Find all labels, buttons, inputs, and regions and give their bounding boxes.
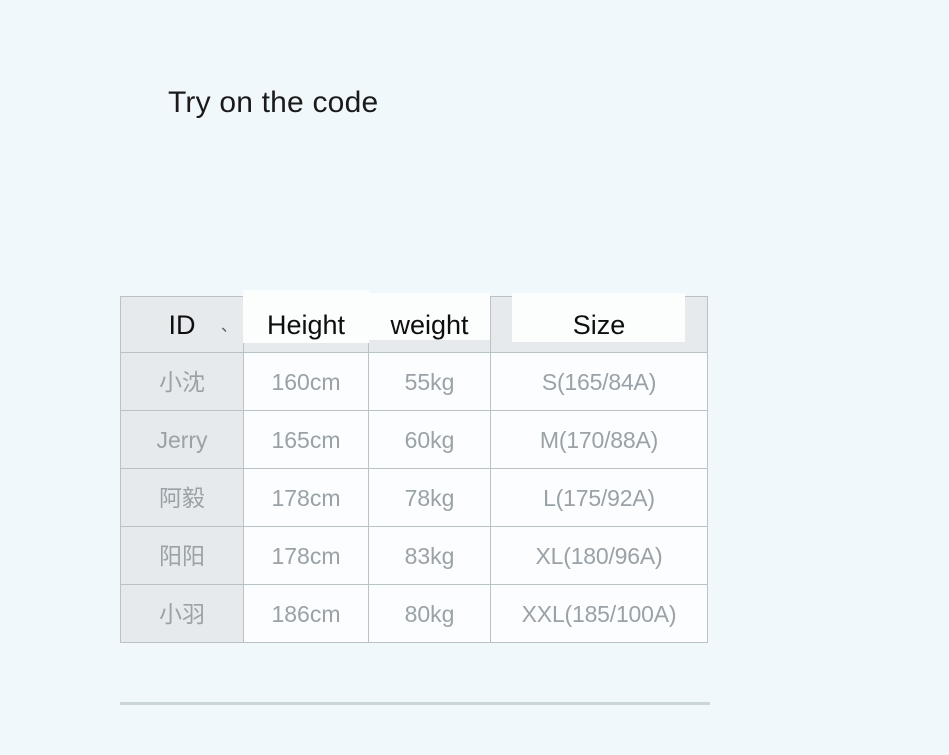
cell-weight: 60kg [368, 410, 491, 469]
cell-weight: 78kg [368, 468, 491, 527]
cell-id: Jerry [120, 410, 244, 469]
table-row: 阳阳 178cm 83kg XL(180/96A) [120, 526, 708, 585]
table-row: 阿毅 178cm 78kg L(175/92A) [120, 468, 708, 527]
column-header-size-label: Size [572, 309, 626, 340]
cell-height: 178cm [243, 468, 369, 527]
cell-height: 160cm [243, 352, 369, 411]
section-divider [120, 702, 710, 705]
cell-height: 186cm [243, 584, 369, 643]
cell-id: 阿毅 [120, 468, 244, 527]
cell-height: 165cm [243, 410, 369, 469]
table-row: 小羽 186cm 80kg XXL(185/100A) [120, 584, 708, 643]
cell-weight: 55kg [368, 352, 491, 411]
column-header-id: ID 、 [120, 296, 244, 353]
column-header-size: Size [490, 293, 708, 353]
column-header-id-label: ID [168, 309, 196, 340]
size-chart-table: ID 、 Height weight Size 小沈 160cm 55kg S(… [120, 290, 708, 643]
table-header-row: ID 、 Height weight Size [120, 290, 708, 353]
column-header-height-label: Height [266, 309, 346, 340]
cell-size: M(170/88A) [490, 410, 708, 469]
cell-weight: 80kg [368, 584, 491, 643]
table-row: 小沈 160cm 55kg S(165/84A) [120, 352, 708, 411]
column-header-height: Height [243, 290, 369, 353]
enumeration-mark-icon: 、 [220, 317, 237, 335]
cell-weight: 83kg [368, 526, 491, 585]
cell-size: XL(180/96A) [490, 526, 708, 585]
size-table-container: ID 、 Height weight Size 小沈 160cm 55kg S(… [120, 290, 708, 643]
column-header-weight-label: weight [390, 309, 469, 340]
cell-height: 178cm [243, 526, 369, 585]
column-header-id-wrap: ID 、 [121, 310, 243, 340]
table-row: Jerry 165cm 60kg M(170/88A) [120, 410, 708, 469]
cell-size: XXL(185/100A) [490, 584, 708, 643]
column-header-weight: weight [368, 293, 491, 353]
cell-size: S(165/84A) [490, 352, 708, 411]
cell-size: L(175/92A) [490, 468, 708, 527]
cell-id: 阳阳 [120, 526, 244, 585]
page-title: Try on the code [168, 86, 379, 119]
cell-id: 小沈 [120, 352, 244, 411]
cell-id: 小羽 [120, 584, 244, 643]
